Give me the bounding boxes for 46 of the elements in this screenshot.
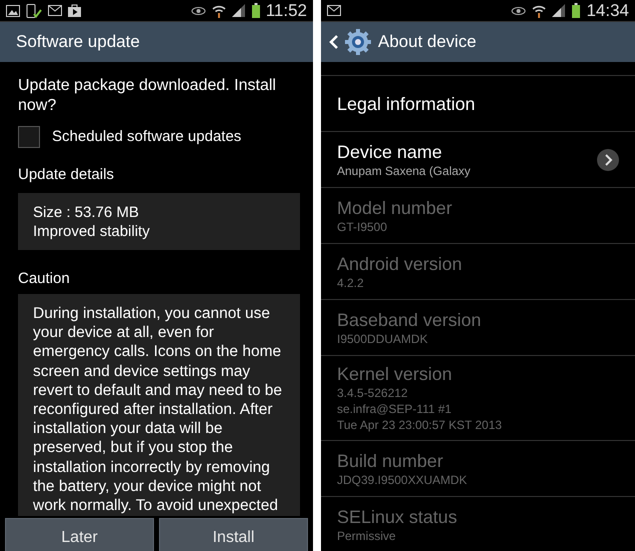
list-item-value: Anupam Saxena (Galaxy — [337, 162, 472, 178]
list-row[interactable]: Device name Anupam Saxena (Galaxy — [321, 132, 635, 188]
battery-icon — [572, 3, 580, 18]
dialog-button[interactable]: Install — [159, 518, 308, 551]
details-text: Improved stability — [33, 222, 151, 240]
section-heading: Update details — [18, 165, 115, 185]
list-item-value: Permissive — [337, 528, 397, 544]
checkbox[interactable] — [18, 126, 40, 148]
wifi-icon — [532, 4, 546, 18]
play-bag-icon — [68, 4, 81, 17]
back-icon — [329, 35, 338, 49]
list-item-value: 4.2.2 — [337, 274, 365, 290]
list-item-title: Legal information — [337, 92, 476, 114]
caution-text: During installation, you cannot use your device at all, even for emergency calls. Icons on the home screen and device settings may revert to default and may need to be reconfigured after installation. After installation your data will be preserved, but if you stop the installation incorrectly by removing the battery, your device might not work normally. To avoid unexpected — [33, 304, 284, 516]
eye-icon — [511, 6, 526, 16]
list-item-title: Model number — [337, 196, 454, 218]
list-row[interactable]: Legal information — [321, 76, 635, 132]
section-heading: Caution — [18, 268, 71, 288]
list-item-title: Build number — [337, 450, 444, 472]
list-item-value: 3.4.5-526212 se.infra@SEP-111 #1 Tue Apr 23 23:00:57 KST 2013 — [337, 385, 503, 433]
screen-title: Software update — [16, 31, 140, 54]
details-text: Size : 53.76 MB — [33, 202, 140, 222]
screen-title: About device — [378, 31, 476, 54]
list-item-value: I9500DDUAMDK — [337, 330, 429, 346]
wifi-icon — [212, 4, 226, 18]
status-time: 11:52 — [266, 2, 307, 19]
mail-icon — [48, 5, 62, 16]
prompt-text: Update package downloaded. Install now? — [18, 76, 277, 116]
list-item-title: Device name — [337, 140, 444, 162]
dialog-button[interactable]: Later — [5, 518, 154, 551]
eye-icon — [190, 6, 206, 16]
list-item-title: SELinux status — [337, 506, 458, 528]
list-item-title: Android version — [337, 252, 464, 274]
signal-icon — [232, 4, 246, 17]
signal-icon — [552, 4, 566, 17]
mail-icon — [327, 5, 341, 16]
list-item-value: GT-I9500 — [337, 218, 388, 234]
list-item-title: Baseband version — [337, 308, 482, 330]
checkbox-label: Scheduled software updates — [52, 126, 242, 147]
gear-icon — [344, 28, 372, 56]
list-item-value: JDQ39.I9500XXUAMDK — [337, 472, 468, 488]
list-item-title: Kernel version — [337, 363, 454, 385]
image-icon — [6, 4, 20, 16]
battery-icon — [252, 3, 260, 18]
phone-check-icon — [26, 4, 42, 18]
status-time: 14:34 — [586, 2, 629, 19]
